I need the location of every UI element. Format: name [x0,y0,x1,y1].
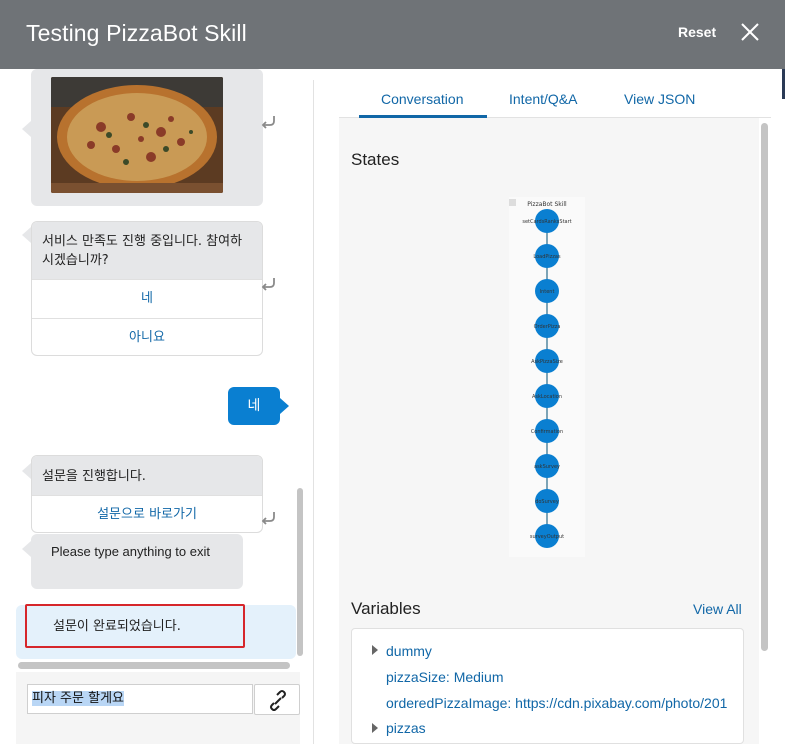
pane-divider[interactable] [313,80,314,744]
tab-intent-qa[interactable]: Intent/Q&A [509,91,577,107]
dialog-title: Testing PizzaBot Skill [26,20,247,46]
state-node-label: surveyOutput [530,534,564,540]
bubble-tail [22,541,31,557]
variables-list[interactable]: dummy pizzaSize: Medium orderedPizzaImag… [351,628,744,744]
choice-yes-button[interactable]: 네 [32,279,262,318]
attach-link-button[interactable] [254,684,300,715]
survey-prompt-text: 서비스 만족도 진행 중입니다. 참여하시겠습니까? [32,222,262,279]
link-icon [270,690,286,711]
panel-scrollbar[interactable] [761,123,768,651]
expand-caret-icon[interactable] [372,723,378,733]
state-node-label: setCardsRanksStart [522,219,571,225]
user-message-bubble: 네 [228,387,280,425]
survey-link-button[interactable]: 설문으로 바로가기 [32,495,262,532]
replay-icon[interactable] [260,113,278,129]
bubble-tail [22,121,31,137]
variable-pizzasize: pizzaSize: Medium [386,669,504,685]
variable-dummy[interactable]: dummy [386,643,432,659]
chat-vertical-scrollbar[interactable] [297,488,303,656]
replay-icon[interactable] [260,509,278,525]
close-icon[interactable] [738,20,762,44]
state-node-label: AskPizzaSize [531,359,563,365]
survey-start-card: 설문을 진행합니다. 설문으로 바로가기 [31,455,263,533]
state-node-label: Intent [540,289,555,295]
variables-heading: Variables [351,599,421,618]
states-flow-diagram[interactable]: PizzaBot Skill setCardsRanksStart LoadPiz… [509,197,585,557]
chat-horizontal-scrollbar[interactable] [18,662,290,669]
diagram-title: PizzaBot Skill [527,201,567,208]
choice-no-button[interactable]: 아니요 [32,318,262,355]
bubble-tail [22,227,31,243]
bubble-tail [22,463,31,479]
dialog-header: Testing PizzaBot Skill Reset [0,0,785,69]
state-node-label: LoadPizzas [533,254,561,260]
chat-transcript[interactable]: 서비스 만족도 진행 중입니다. 참여하시겠습니까? 네 아니요 네 설문을 진… [16,69,296,665]
states-heading: States [351,150,400,169]
pizza-image [51,77,223,193]
state-node-label: Confirmation [531,429,563,435]
replay-icon[interactable] [260,275,278,291]
inspector-tabs: Conversation Intent/Q&A View JSON [339,80,771,118]
expand-caret-icon[interactable] [372,645,378,655]
variable-ordered-image: orderedPizzaImage: https://cdn.pixabay.c… [386,695,728,711]
survey-prompt-card: 서비스 만족도 진행 중입니다. 참여하시겠습니까? 네 아니요 [31,221,263,356]
survey-start-text: 설문을 진행합니다. [32,456,262,495]
pizza-image-message [31,69,263,206]
view-all-link[interactable]: View All [693,601,742,617]
state-node-label: AskLocation [532,394,562,400]
state-node-label: doSurvey [535,499,559,505]
tab-view-json[interactable]: View JSON [624,91,695,107]
input-selected-text: 피자 주문 할게요 [32,691,124,706]
tab-conversation[interactable]: Conversation [381,91,464,107]
state-node-label: OrderPizza [534,324,561,330]
reset-button[interactable]: Reset [678,24,716,40]
bubble-tail [280,398,289,414]
variable-pizzas[interactable]: pizzas [386,720,426,736]
bot-message-bubble: Please type anything to exit [31,534,243,589]
flow-graph: PizzaBot Skill setCardsRanksStart LoadPiz… [509,199,572,548]
highlight-box [25,604,245,648]
chat-message-input[interactable]: 피자 주문 할게요 [27,684,253,714]
state-node-label: askSurvey [534,464,560,470]
